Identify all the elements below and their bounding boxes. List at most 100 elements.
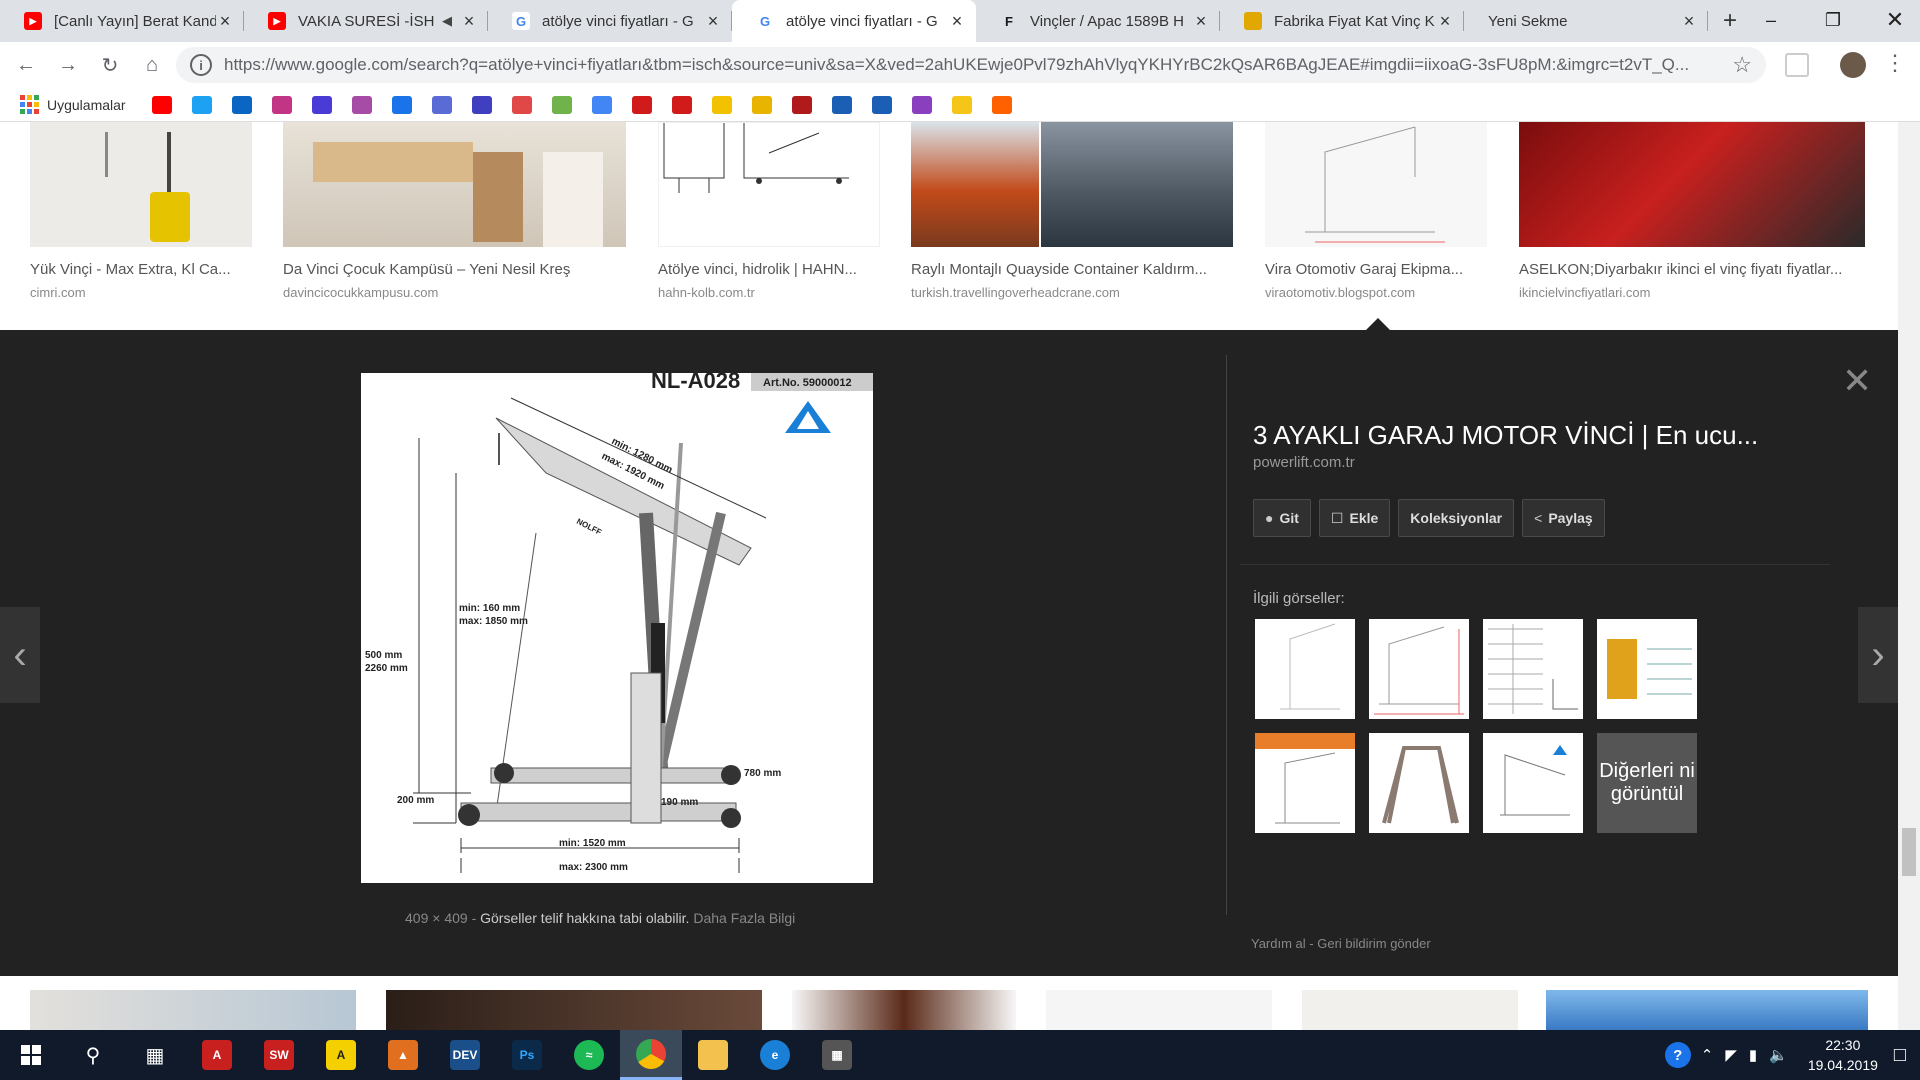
result-thumbnail[interactable] [1519,122,1865,247]
minimize-icon[interactable]: – [1740,0,1802,40]
result-card[interactable]: Atölye vinci, hidrolik | HAHN... hahn-ko… [658,122,880,300]
result-thumbnail[interactable] [1046,990,1272,1030]
devcpp-icon[interactable]: DEV [434,1030,496,1080]
twitter-icon[interactable] [191,95,212,114]
result-thumbnail[interactable] [911,122,1233,247]
tab-4[interactable]: F Vinçler / Apac 1589B H × [976,0,1220,42]
autocad-icon[interactable]: A [186,1030,248,1080]
tab-6[interactable]: Yeni Sekme × [1464,0,1708,42]
star-icon[interactable]: ☆ [1732,52,1752,78]
address-bar[interactable]: i https://www.google.com/search?q=atölye… [176,47,1766,83]
diamond-icon[interactable] [911,95,932,114]
swirl-icon[interactable] [511,95,532,114]
more-images-button[interactable]: Diğerleri ni görüntül [1597,733,1697,833]
result-card[interactable]: Da Vinci Çocuk Kampüsü – Yeni Nesil Kreş… [283,122,626,300]
tab-2[interactable]: Gatölye vinci fiyatları - G × [488,0,732,42]
result-card[interactable]: ASELKON;Diyarbakır ikinci el vinç fiyatı… [1519,122,1865,300]
u-icon[interactable] [671,95,692,114]
result-title[interactable]: Vira Otomotiv Garaj Ekipma... [1265,261,1487,278]
back-icon[interactable]: ← [10,49,42,81]
close-window-icon[interactable]: ✕ [1864,0,1920,40]
hd-icon[interactable] [871,95,892,114]
tab-close-icon[interactable]: × [216,11,234,32]
translate-icon[interactable] [591,95,612,114]
forward-icon[interactable]: → [52,49,84,81]
more-info-link[interactable]: Daha Fazla Bilgi [693,910,795,926]
apps-label[interactable]: Uygulamalar [47,97,126,113]
bookmark-icon[interactable] [391,95,412,114]
info-icon[interactable]: i [190,54,212,76]
tab-5[interactable]: Fabrika Fiyat Kat Vinç K × [1220,0,1464,42]
result-title[interactable]: ASELKON;Diyarbakır ikinci el vinç fiyatı… [1519,261,1865,278]
notifications-icon[interactable]: □ [1894,1044,1906,1067]
preview-title[interactable]: 3 AYAKLI GARAJ MOTOR VİNCİ | En ucu... [1253,420,1758,451]
result-title[interactable]: Yük Vinçi - Max Extra, Kl Ca... [30,261,252,278]
share-button[interactable]: < Paylaş [1522,499,1605,537]
linkedin-icon[interactable] [231,95,252,114]
result-thumbnail[interactable] [1265,122,1487,247]
avatar[interactable] [1840,52,1866,78]
home-icon[interactable]: ⌂ [136,49,168,81]
speaker-icon[interactable]: ◀ [442,13,452,29]
globe-icon[interactable] [431,95,452,114]
youtube-icon[interactable] [151,95,172,114]
task-view-icon[interactable]: ▦ [124,1030,186,1080]
matlab-icon[interactable]: ▲ [372,1030,434,1080]
chevron-right-icon[interactable]: › [1858,607,1898,703]
result-thumbnail[interactable] [1302,990,1518,1030]
tab-close-icon[interactable]: × [704,11,722,32]
maximize-icon[interactable]: ❐ [1802,0,1864,40]
scrollbar-thumb[interactable] [1902,828,1916,876]
circle-icon[interactable] [351,95,372,114]
edge-icon[interactable]: e [744,1030,806,1080]
save-button[interactable]: ☐ Ekle [1318,499,1391,537]
extension-icon[interactable] [1785,53,1809,77]
tab-close-icon[interactable]: × [1680,11,1698,32]
tab-close-icon[interactable]: × [948,11,966,32]
grid-icon[interactable] [551,95,572,114]
related-image[interactable] [1597,619,1697,719]
tab-close-icon[interactable]: × [1436,11,1454,32]
a-icon[interactable] [471,95,492,114]
feedback-link[interactable]: Geri bildirim gönder [1317,936,1430,951]
collections-button[interactable]: Koleksiyonlar [1398,499,1515,537]
tab-3[interactable]: Gatölye vinci fiyatları - G × [732,0,976,42]
help-link[interactable]: Yardım al [1251,936,1306,951]
address-url[interactable]: https://www.google.com/search?q=atölye+v… [224,55,1732,75]
solidworks-icon[interactable]: SW [248,1030,310,1080]
ne-icon[interactable] [751,95,772,114]
tab-1[interactable]: ▶ VAKIA SURESİ -İSH ◀ × [244,0,488,42]
result-title[interactable]: Raylı Montajlı Quayside Container Kaldır… [911,261,1233,278]
chevron-up-icon[interactable]: ⌃ [1701,1046,1714,1064]
result-thumbnail[interactable] [658,122,880,247]
related-image[interactable] [1369,619,1469,719]
result-thumbnail[interactable] [30,122,252,247]
result-card[interactable]: Yük Vinçi - Max Extra, Kl Ca... cimri.co… [30,122,252,300]
reload-icon[interactable]: ↻ [94,49,126,81]
result-thumbnail[interactable] [386,990,762,1030]
preview-site[interactable]: powerlift.com.tr [1253,454,1355,471]
imdb-icon[interactable] [951,95,972,114]
clock[interactable]: 22:30 19.04.2019 [1808,1035,1878,1075]
archicad-icon[interactable]: A [310,1030,372,1080]
doc-icon[interactable] [831,95,852,114]
battery-icon[interactable]: ▮ [1749,1046,1757,1064]
note-icon[interactable] [711,95,732,114]
hb-icon[interactable] [991,95,1012,114]
result-thumbnail[interactable] [30,990,356,1030]
visit-button[interactable]: ● Git [1253,499,1311,537]
chevron-left-icon[interactable]: ‹ [0,607,40,703]
spotify-icon[interactable]: ≈ [558,1030,620,1080]
related-image[interactable] [1255,733,1355,833]
menu-icon[interactable]: ⋮ [1884,50,1906,76]
chrome-icon[interactable] [620,1030,682,1080]
tab-close-icon[interactable]: × [460,11,478,32]
volume-icon[interactable]: 🔈 [1769,1046,1788,1064]
related-image[interactable] [1483,619,1583,719]
apps-icon[interactable] [20,95,39,114]
result-card[interactable]: Vira Otomotiv Garaj Ekipma... viraotomot… [1265,122,1487,300]
search-icon[interactable]: ⚲ [62,1030,124,1080]
file-explorer-icon[interactable] [682,1030,744,1080]
result-card[interactable]: Raylı Montajlı Quayside Container Kaldır… [911,122,1233,300]
related-image-selected[interactable] [1483,733,1583,833]
